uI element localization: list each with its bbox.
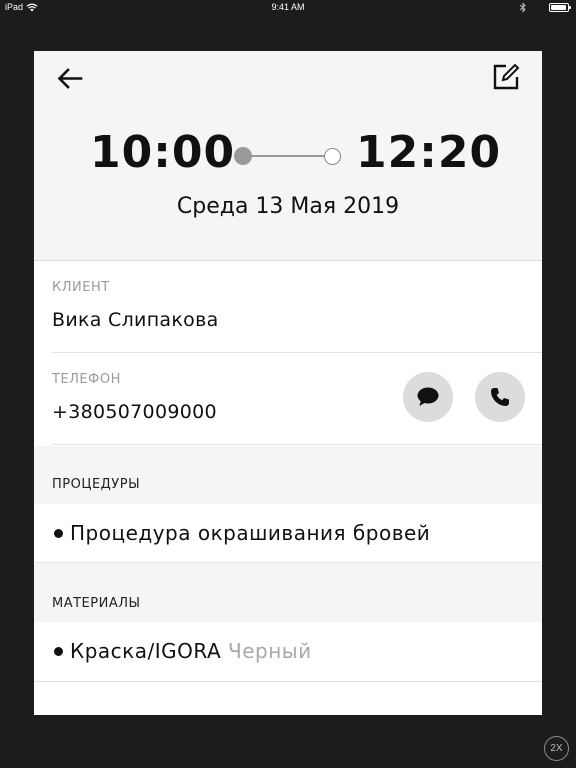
bullet-icon: [54, 529, 63, 538]
material-name: Краска/IGORA: [70, 639, 222, 663]
phone-number: +380507009000: [52, 401, 217, 423]
procedures-header: ПРОЦЕДУРЫ: [34, 446, 542, 504]
status-bar: iPad 9:41 AM: [0, 0, 576, 16]
material-variant: Черный: [228, 639, 312, 663]
call-button[interactable]: [475, 372, 525, 422]
range-end-dot: [324, 148, 341, 165]
back-button[interactable]: [54, 63, 86, 95]
status-time: 9:41 AM: [271, 2, 305, 12]
client-name: Вика Слипакова: [52, 309, 219, 331]
battery-level: [551, 5, 567, 10]
start-time: 10:00: [90, 127, 236, 178]
materials-header: МАТЕРИАЛЫ: [34, 563, 542, 622]
phone-label: ТЕЛЕФОН: [52, 372, 121, 387]
edit-button[interactable]: [490, 61, 522, 93]
arrow-left-icon: [57, 68, 83, 89]
procedure-name: Процедура окрашивания бровей: [70, 521, 431, 545]
appointment-date: Среда 13 Мая 2019: [176, 194, 400, 219]
message-button[interactable]: [403, 372, 453, 422]
material-item[interactable]: Краска/IGORA Черный: [34, 622, 542, 682]
divider: [34, 681, 542, 682]
materials-title: МАТЕРИАЛЫ: [52, 596, 141, 611]
edit-icon: [493, 63, 520, 90]
appointment-card: 10:00 12:20 Среда 13 Мая 2019 КЛИЕНТ Вик…: [34, 51, 542, 715]
chat-bubble-icon: [417, 387, 439, 406]
client-section: КЛИЕНТ Вика Слипакова: [34, 262, 542, 354]
range-line: [242, 155, 334, 157]
time-range: 10:00 12:20: [34, 123, 542, 187]
phone-icon: [491, 388, 509, 406]
procedures-title: ПРОЦЕДУРЫ: [52, 477, 141, 492]
bluetooth-icon: [519, 2, 526, 13]
procedure-item[interactable]: Процедура окрашивания бровей: [34, 504, 542, 563]
battery-icon: [549, 3, 571, 12]
phone-section: ТЕЛЕФОН +380507009000: [34, 354, 542, 446]
divider: [52, 444, 542, 445]
range-start-dot: [234, 147, 252, 165]
end-time: 12:20: [356, 127, 502, 178]
bullet-icon: [54, 647, 63, 656]
material-text: Краска/IGORA Черный: [70, 639, 312, 663]
divider: [52, 352, 542, 353]
client-label: КЛИЕНТ: [52, 280, 110, 295]
zoom-button[interactable]: 2X: [544, 736, 569, 761]
appointment-header: 10:00 12:20 Среда 13 Мая 2019: [34, 51, 542, 261]
